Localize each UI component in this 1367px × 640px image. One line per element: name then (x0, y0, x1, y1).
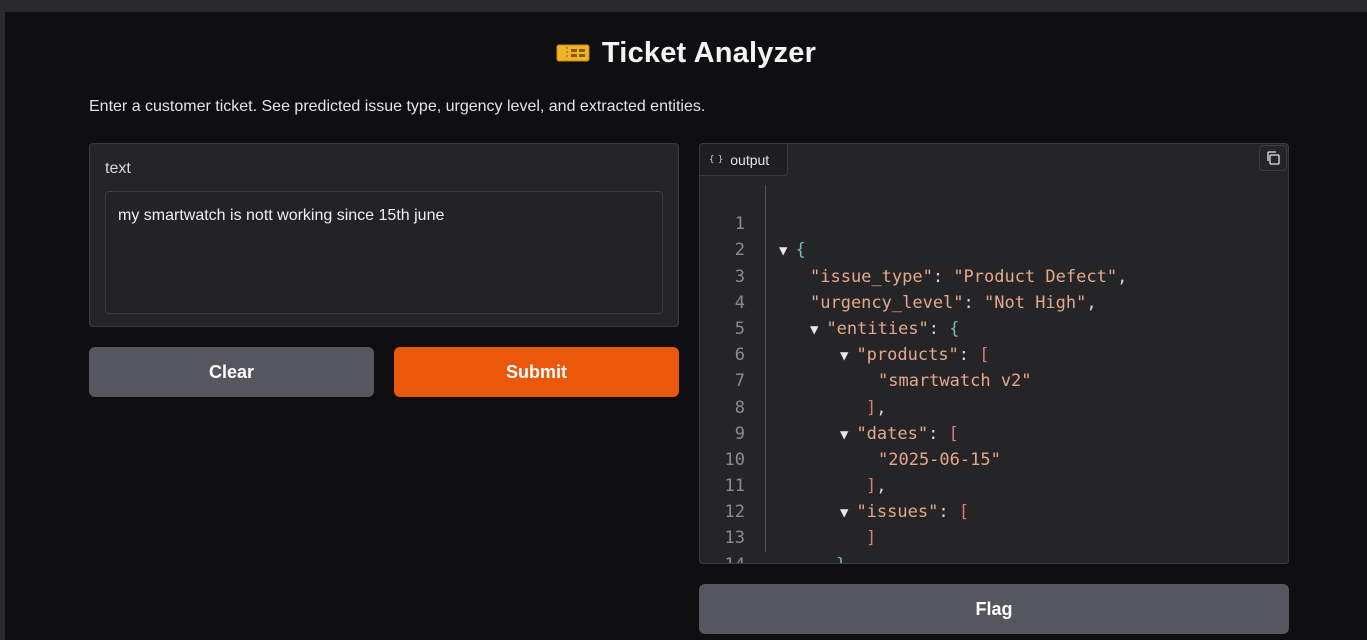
clear-button[interactable]: Clear (89, 347, 374, 397)
output-tab-label: output (730, 151, 770, 168)
json-line: 3 "urgency_level": "Not High", (700, 237, 1288, 313)
json-line: 4 ▼ "entities": { (700, 264, 1288, 339)
json-line: 11 ▼ "issues": [ (700, 447, 1288, 522)
flag-button[interactable]: Flag (699, 584, 1289, 634)
json-viewer: 1 ▼{ 2 "issue_type": "Product Defect", 3… (700, 185, 1288, 563)
json-line: 5 ▼ "products": [ (700, 290, 1288, 365)
json-line: 13 } (700, 499, 1288, 563)
line-number: 14 (700, 552, 745, 563)
output-panel: { } output 1 ▼{ 2 "issue_type": "Product… (699, 143, 1289, 564)
json-line: 8 ▼ "dates": [ (700, 368, 1288, 444)
json-line: 9 "2025-06-15" (700, 395, 1288, 470)
ticket-icon (556, 43, 590, 63)
page-title: Ticket Analyzer (601, 36, 817, 69)
output-tab: { } output (700, 144, 788, 176)
page-description: Enter a customer ticket. See predicted i… (89, 98, 706, 115)
text-input-label: text (105, 160, 131, 177)
json-line: 10 ], (700, 421, 1288, 496)
header: Ticket Analyzer (5, 35, 1367, 71)
app-root: Ticket Analyzer Enter a customer ticket.… (5, 12, 1367, 640)
ticket-text-input[interactable]: my smartwatch is nott working since 15th… (105, 191, 663, 314)
submit-button[interactable]: Submit (394, 347, 679, 397)
json-line: 2 "issue_type": "Product Defect", (700, 211, 1288, 286)
json-line: 12 ] (700, 473, 1288, 548)
braces-icon: { } (709, 154, 723, 165)
json-line: 7 ], (700, 342, 1288, 417)
json-line: 6 "smartwatch v2" (700, 316, 1288, 391)
copy-button[interactable] (1259, 145, 1287, 171)
copy-icon (1267, 151, 1280, 165)
text-input-panel: text my smartwatch is nott working since… (89, 143, 679, 327)
json-line: 14 } (700, 525, 1288, 563)
json-line: 1 ▼{ (700, 185, 1288, 260)
